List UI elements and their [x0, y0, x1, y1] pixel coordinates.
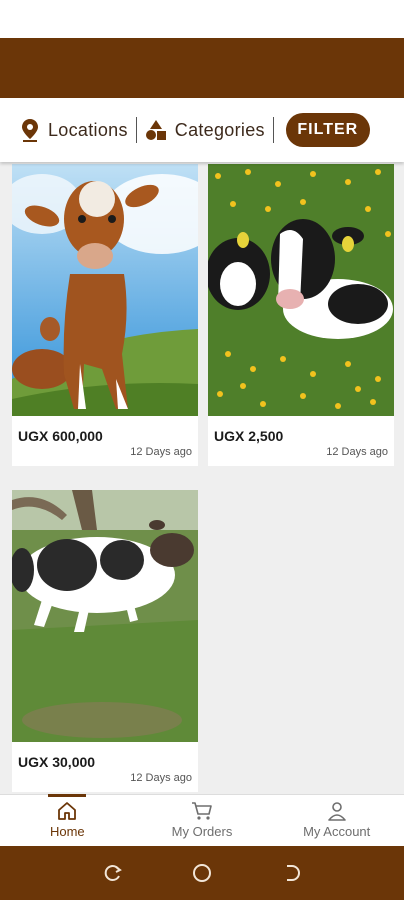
- nav-home[interactable]: Home: [0, 794, 135, 846]
- listing-age: 12 Days ago: [130, 772, 192, 784]
- nav-my-account-label: My Account: [303, 824, 371, 839]
- system-navigation-bar: [0, 846, 404, 900]
- listing-age: 12 Days ago: [326, 446, 388, 458]
- locations-button[interactable]: Locations: [20, 118, 128, 142]
- listings-grid: UGX 600,000 12 Days ago UGX 2,500 12 Day…: [0, 162, 404, 794]
- nav-my-orders[interactable]: My Orders: [135, 795, 270, 846]
- filter-bar: Locations Categories FILTER: [0, 98, 404, 162]
- home-icon: [58, 802, 77, 820]
- brown-white-calf-photo: [12, 164, 198, 416]
- filter-button[interactable]: FILTER: [285, 113, 370, 147]
- cart-icon: [192, 802, 212, 820]
- nav-home-label: Home: [49, 824, 85, 839]
- categories-shapes-icon: [145, 120, 166, 140]
- listing-price: UGX 600,000: [18, 428, 103, 444]
- listing-price: UGX 30,000: [18, 754, 96, 770]
- divider: [272, 117, 274, 143]
- status-bar: [0, 0, 404, 38]
- home-circle-icon[interactable]: [191, 862, 213, 884]
- black-white-cow-on-grass-photo: [12, 490, 198, 742]
- divider: [135, 117, 137, 143]
- listing-age: 12 Days ago: [130, 446, 192, 458]
- listing-card[interactable]: UGX 2,500 12 Days ago: [208, 164, 394, 466]
- categories-label: Categories: [174, 119, 265, 140]
- nav-my-orders-label: My Orders: [171, 824, 233, 839]
- categories-button[interactable]: Categories: [145, 119, 265, 141]
- back-icon[interactable]: [280, 862, 302, 884]
- listing-card[interactable]: UGX 30,000 12 Days ago: [12, 490, 198, 792]
- recent-apps-icon[interactable]: [102, 862, 124, 884]
- nav-my-account[interactable]: My Account: [269, 795, 404, 846]
- app-bar: [0, 38, 404, 98]
- active-indicator: [48, 794, 87, 797]
- person-icon: [327, 802, 346, 821]
- locations-label: Locations: [48, 119, 128, 140]
- bottom-nav: Home My Orders My Account: [0, 794, 404, 846]
- black-white-calves-in-flowers-photo: [208, 164, 394, 416]
- location-pin-icon: [22, 119, 38, 142]
- listing-card[interactable]: UGX 600,000 12 Days ago: [12, 164, 198, 466]
- listing-price: UGX 2,500: [214, 428, 284, 444]
